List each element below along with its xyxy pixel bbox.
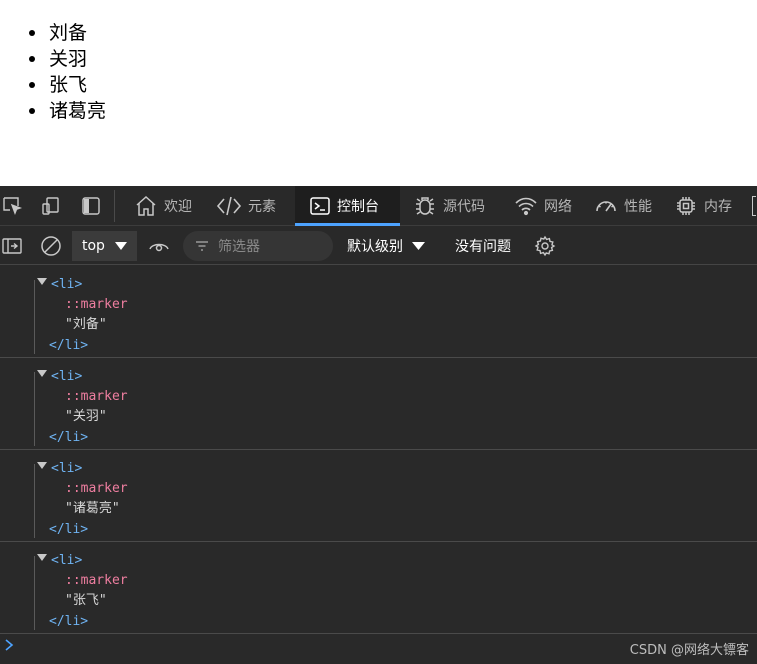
hero-list: 刘备 关羽 张飞 诸葛亮 [28,20,107,124]
issues-button[interactable]: 没有问题 [455,231,511,261]
close-tag: </li> [49,338,89,353]
close-tag: </li> [49,614,89,629]
show-sidebar-icon[interactable] [0,234,24,258]
close-tag: </li> [49,430,89,445]
context-label: top [82,238,105,254]
wifi-icon [515,197,537,216]
chip-icon [677,197,695,215]
log-level-label: 默认级别 [347,239,403,255]
log-level-dropdown[interactable]: 默认级别 [347,231,425,261]
text-node[interactable]: "张飞" [65,592,107,610]
tab-label: 网络 [544,199,572,215]
tab-welcome[interactable]: 欢迎 [128,186,206,226]
issues-label: 没有问题 [455,239,511,255]
tab-label: 欢迎 [164,199,192,215]
gauge-icon [596,201,616,212]
expand-triangle-icon[interactable] [37,552,47,562]
tab-label: 控制台 [337,199,379,215]
console-entry: <li> ::marker "诸葛亮" </li> [0,450,757,542]
inspect-element-icon[interactable] [0,194,24,218]
text-node[interactable]: "刘备" [65,316,107,334]
list-item: 刘备 [28,20,106,46]
device-emulation-icon[interactable] [39,194,63,218]
tab-sources[interactable]: 源代码 [407,186,499,226]
live-expression-eye-icon[interactable] [147,234,171,258]
console-entry: <li> ::marker "张飞" </li> [0,542,757,634]
console-icon [310,197,330,215]
tab-label: 内存 [704,199,732,215]
console-output: <li> ::marker "刘备" </li> <li> ::marker "… [0,266,757,664]
tab-label: 源代码 [443,199,485,215]
caret-down-icon [412,242,425,250]
open-tag[interactable]: <li> [51,460,82,478]
expand-triangle-icon[interactable] [37,368,47,378]
tree-guide-line [34,280,35,354]
list-item: 关羽 [28,46,106,72]
marker-pseudo[interactable]: ::marker [65,296,128,314]
tab-console[interactable]: 控制台 [295,186,400,226]
watermark: CSDN @网络大镖客 [629,643,749,658]
filter-input[interactable]: 筛选器 [183,231,333,261]
text-node[interactable]: "诸葛亮" [65,500,120,518]
clear-console-icon[interactable] [39,234,63,258]
list-item: 张飞 [28,72,106,98]
filter-icon [196,241,208,251]
bug-icon [416,197,434,215]
tabbar-divider [114,190,115,222]
close-tag: </li> [49,522,89,537]
console-entry: <li> ::marker "关羽" </li> [0,358,757,450]
tab-label: 元素 [248,199,276,215]
tab-network[interactable]: 网络 [508,186,580,226]
expand-triangle-icon[interactable] [37,460,47,470]
open-tag[interactable]: <li> [51,276,82,294]
context-selector[interactable]: top [72,231,137,261]
tab-performance[interactable]: 性能 [588,186,664,226]
text-node[interactable]: "关羽" [65,408,107,426]
marker-pseudo[interactable]: ::marker [65,388,128,406]
devtools-panel: 欢迎 元素 控制台 源代码 网络 性能 内存 top 筛选器 默认级别 没有问题… [0,186,757,664]
tree-guide-line [34,556,35,630]
tab-label: 性能 [624,199,652,215]
tab-elements[interactable]: 元素 [210,186,290,226]
console-toolbar: top 筛选器 默认级别 没有问题 [0,226,757,265]
list-item: 诸葛亮 [28,100,107,122]
rendered-page: 刘备 关羽 张飞 诸葛亮 [0,0,757,186]
devtools-tabbar: 欢迎 元素 控制台 源代码 网络 性能 内存 [0,186,757,226]
home-icon [136,195,156,216]
marker-pseudo[interactable]: ::marker [65,572,128,590]
more-tabs-icon[interactable] [752,196,756,216]
dock-sidebar-icon[interactable] [79,194,103,218]
open-tag[interactable]: <li> [51,552,82,570]
expand-triangle-icon[interactable] [37,276,47,286]
tree-guide-line [34,372,35,446]
gear-icon[interactable] [533,234,557,258]
code-brackets-icon [216,196,242,216]
open-tag[interactable]: <li> [51,368,82,386]
console-entry: <li> ::marker "刘备" </li> [0,266,757,358]
console-prompt-icon[interactable] [4,638,14,652]
tab-memory[interactable]: 内存 [668,186,744,226]
caret-down-icon [114,242,127,250]
filter-placeholder: 筛选器 [218,239,260,255]
tree-guide-line [34,464,35,538]
marker-pseudo[interactable]: ::marker [65,480,128,498]
